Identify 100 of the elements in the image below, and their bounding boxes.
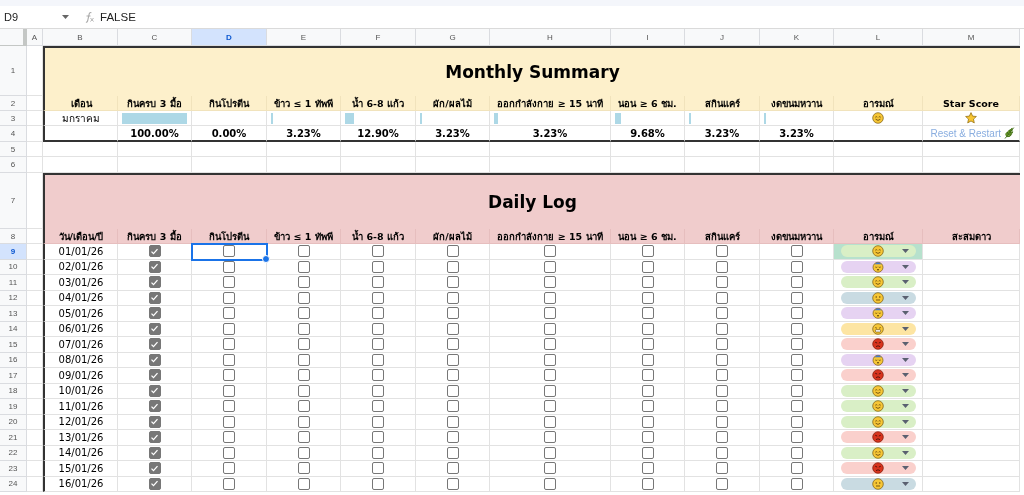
table-cell[interactable] xyxy=(192,476,267,492)
empty-cell[interactable] xyxy=(923,259,1020,275)
checkbox[interactable] xyxy=(790,322,803,335)
table-cell[interactable] xyxy=(416,337,490,353)
empty-cell[interactable] xyxy=(490,142,611,157)
checkbox[interactable] xyxy=(790,477,803,490)
table-cell[interactable] xyxy=(490,461,611,477)
checkbox[interactable] xyxy=(148,322,161,335)
table-cell[interactable] xyxy=(192,275,267,291)
table-cell[interactable] xyxy=(685,337,760,353)
column-header[interactable]: M xyxy=(923,29,1020,46)
table-cell[interactable] xyxy=(267,352,341,368)
table-cell[interactable] xyxy=(341,290,416,306)
table-cell[interactable] xyxy=(760,290,834,306)
table-cell[interactable] xyxy=(611,461,685,477)
checkbox[interactable] xyxy=(716,322,728,335)
table-cell[interactable] xyxy=(760,445,834,461)
checkbox[interactable] xyxy=(372,431,384,444)
table-cell[interactable] xyxy=(416,306,490,322)
table-cell[interactable] xyxy=(834,337,923,353)
checkbox[interactable] xyxy=(372,307,384,320)
table-cell[interactable] xyxy=(490,445,611,461)
table-cell[interactable] xyxy=(760,368,834,384)
table-cell[interactable] xyxy=(192,337,267,353)
table-cell[interactable] xyxy=(118,290,192,306)
checkbox[interactable] xyxy=(790,400,803,413)
checkbox[interactable] xyxy=(790,276,803,289)
table-cell[interactable] xyxy=(192,430,267,446)
checkbox[interactable] xyxy=(641,400,654,413)
table-cell[interactable] xyxy=(192,414,267,430)
checkbox[interactable] xyxy=(446,400,459,413)
checkbox[interactable] xyxy=(372,477,384,490)
empty-cell[interactable] xyxy=(923,383,1020,399)
table-cell[interactable] xyxy=(685,290,760,306)
checkbox[interactable] xyxy=(544,322,556,335)
table-cell[interactable] xyxy=(341,259,416,275)
mood-dropdown[interactable] xyxy=(840,369,916,382)
empty-cell[interactable] xyxy=(923,368,1020,384)
table-cell[interactable] xyxy=(118,352,192,368)
checkbox[interactable] xyxy=(148,260,161,273)
table-cell[interactable] xyxy=(685,352,760,368)
table-cell[interactable] xyxy=(611,399,685,415)
checkbox[interactable] xyxy=(223,369,235,382)
table-cell[interactable] xyxy=(118,244,192,260)
checkbox[interactable] xyxy=(544,400,556,413)
checkbox[interactable] xyxy=(372,291,384,304)
table-cell[interactable] xyxy=(490,414,611,430)
table-cell[interactable] xyxy=(490,244,611,260)
checkbox[interactable] xyxy=(716,462,728,475)
table-cell[interactable] xyxy=(118,306,192,322)
checkbox[interactable] xyxy=(641,431,654,444)
table-cell[interactable] xyxy=(267,290,341,306)
table-cell[interactable] xyxy=(685,430,760,446)
checkbox[interactable] xyxy=(641,462,654,475)
checkbox[interactable] xyxy=(544,245,556,258)
checkbox[interactable] xyxy=(544,291,556,304)
checkbox[interactable] xyxy=(372,245,384,258)
table-cell[interactable] xyxy=(685,306,760,322)
table-cell[interactable] xyxy=(192,259,267,275)
table-cell[interactable] xyxy=(192,445,267,461)
checkbox[interactable] xyxy=(716,291,728,304)
column-header[interactable]: H xyxy=(490,29,611,46)
table-cell[interactable] xyxy=(611,259,685,275)
empty-cell[interactable] xyxy=(923,275,1020,291)
table-cell[interactable] xyxy=(416,476,490,492)
checkbox[interactable] xyxy=(716,245,728,258)
mood-dropdown[interactable] xyxy=(840,322,916,335)
checkbox[interactable] xyxy=(297,431,310,444)
row-header[interactable]: 11 xyxy=(0,275,27,291)
checkbox[interactable] xyxy=(297,322,310,335)
checkbox[interactable] xyxy=(446,291,459,304)
checkbox[interactable] xyxy=(716,446,728,459)
checkbox[interactable] xyxy=(372,400,384,413)
table-cell[interactable] xyxy=(118,259,192,275)
column-header[interactable]: I xyxy=(611,29,685,46)
table-cell[interactable] xyxy=(118,430,192,446)
checkbox[interactable] xyxy=(641,477,654,490)
row-header[interactable]: 6 xyxy=(0,157,27,173)
table-cell[interactable] xyxy=(267,445,341,461)
table-cell[interactable] xyxy=(611,337,685,353)
mood-dropdown[interactable] xyxy=(840,260,916,273)
checkbox[interactable] xyxy=(372,384,384,397)
table-cell[interactable] xyxy=(490,399,611,415)
column-header[interactable]: E xyxy=(267,29,341,46)
checkbox[interactable] xyxy=(790,431,803,444)
checkbox[interactable] xyxy=(372,353,384,366)
table-cell[interactable] xyxy=(192,352,267,368)
checkbox[interactable] xyxy=(790,307,803,320)
checkbox[interactable] xyxy=(544,477,556,490)
checkbox[interactable] xyxy=(641,353,654,366)
table-cell[interactable] xyxy=(834,244,923,260)
table-cell[interactable] xyxy=(416,430,490,446)
checkbox[interactable] xyxy=(148,462,161,475)
table-cell[interactable] xyxy=(685,461,760,477)
checkbox[interactable] xyxy=(372,462,384,475)
checkbox[interactable] xyxy=(641,415,654,428)
mood-dropdown[interactable] xyxy=(840,276,916,289)
table-cell[interactable] xyxy=(685,368,760,384)
table-cell[interactable] xyxy=(416,244,490,260)
checkbox[interactable] xyxy=(372,446,384,459)
